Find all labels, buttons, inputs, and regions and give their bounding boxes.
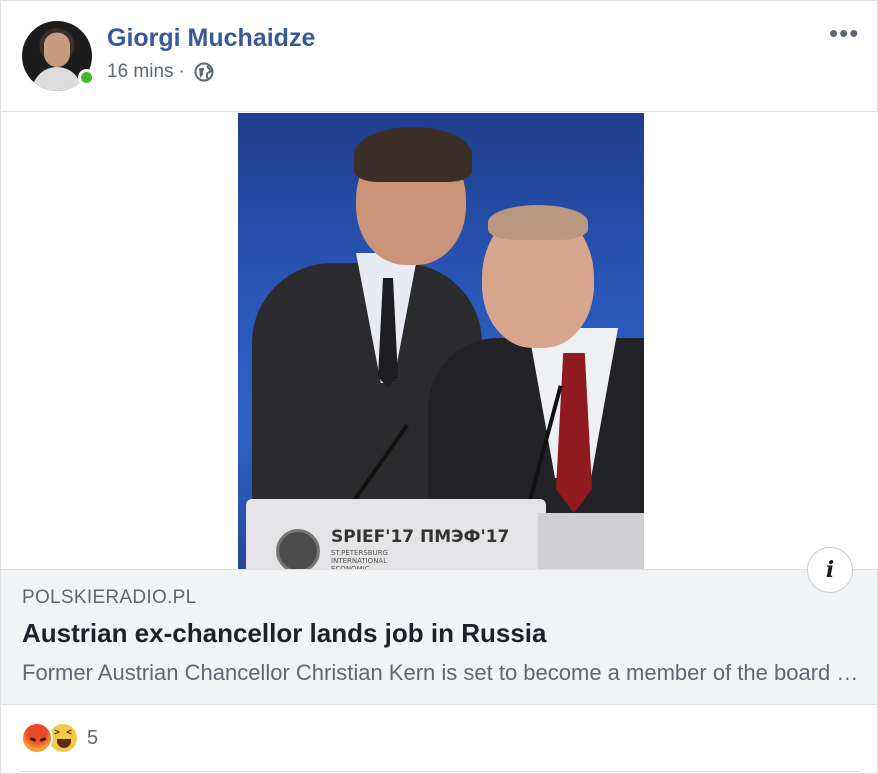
podium-subtext: ST.PETERSBURG INTERNATIONAL ECONOMIC	[331, 549, 388, 569]
news-photo[interactable]: SPIEF'17 ПМЭФ'17 ST.PETERSBURG INTERNATI…	[238, 113, 644, 569]
meta-separator: ·	[178, 61, 185, 82]
divider	[21, 771, 859, 772]
author-name[interactable]: Giorgi Muchaidze	[107, 24, 315, 53]
post-timestamp[interactable]: 16 mins	[107, 61, 174, 83]
angry-reaction-icon[interactable]	[21, 722, 53, 754]
link-domain: POLSKIERADIO.PL	[22, 587, 197, 608]
podium-logo	[276, 529, 320, 569]
reaction-summary[interactable]: 5	[21, 721, 98, 755]
avatar-face	[44, 33, 70, 67]
post-media[interactable]: SPIEF'17 ПМЭФ'17 ST.PETERSBURG INTERNATI…	[1, 111, 878, 569]
podium-text: SPIEF'17 ПМЭФ'17	[331, 527, 510, 547]
post-header: Giorgi Muchaidze 16 mins · •••	[1, 1, 878, 111]
more-options-icon[interactable]: •••	[829, 20, 863, 46]
avatar-shirt	[32, 67, 82, 91]
author-avatar[interactable]	[22, 21, 95, 91]
photo-podium-side	[538, 513, 644, 569]
photo-podium: SPIEF'17 ПМЭФ'17 ST.PETERSBURG INTERNATI…	[246, 499, 546, 569]
link-title[interactable]: Austrian ex-chancellor lands job in Russ…	[22, 618, 546, 649]
info-icon[interactable]: i	[807, 547, 853, 593]
link-description: Former Austrian Chancellor Christian Ker…	[22, 660, 862, 685]
photo-person-right-hair	[488, 205, 588, 240]
post-card: Giorgi Muchaidze 16 mins · ••• SPIEF'17 …	[0, 0, 878, 774]
online-status-dot	[78, 69, 95, 86]
link-preview[interactable]: POLSKIERADIO.PL Austrian ex-chancellor l…	[1, 569, 877, 705]
photo-person-left-hair	[354, 127, 472, 182]
post-meta: 16 mins ·	[107, 61, 214, 83]
globe-icon[interactable]	[194, 62, 214, 82]
reaction-count[interactable]: 5	[87, 727, 98, 750]
